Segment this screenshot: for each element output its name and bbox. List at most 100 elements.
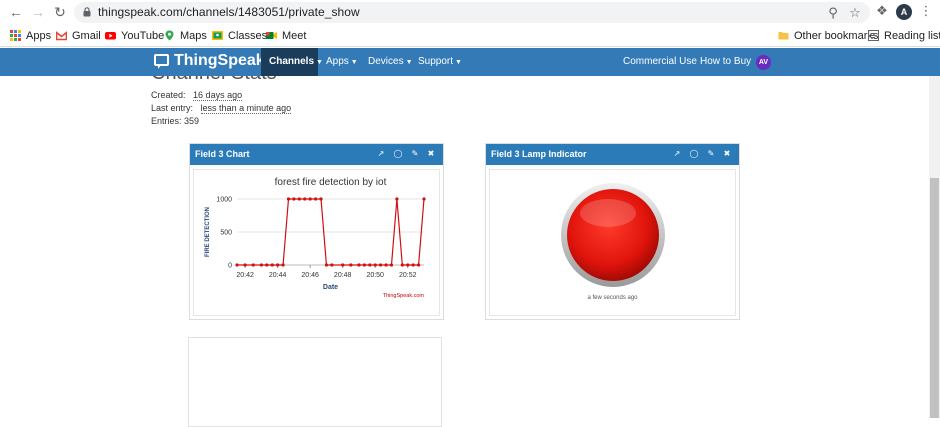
data-point bbox=[286, 197, 291, 201]
close-icon[interactable]: ✖ bbox=[722, 149, 732, 159]
bookmark-label: Other bookmarks bbox=[794, 30, 879, 42]
bookmark-star-icon[interactable]: ☆ bbox=[848, 6, 862, 20]
profile-avatar[interactable]: A bbox=[896, 4, 912, 20]
user-avatar[interactable]: AV bbox=[756, 55, 771, 70]
nav-apps[interactable]: Apps ▼ bbox=[326, 48, 358, 76]
nav-commercial-use[interactable]: Commercial Use bbox=[623, 48, 697, 76]
data-point bbox=[235, 263, 239, 267]
lock-icon bbox=[83, 7, 91, 17]
field-3-chart-widget: Field 3 Chart ↗ ◯ ✎ ✖ forest fire detect… bbox=[189, 143, 444, 320]
created-value: 16 days ago bbox=[193, 90, 243, 101]
lamp-body: a few seconds ago bbox=[489, 169, 736, 316]
data-point bbox=[422, 197, 426, 201]
reload-icon[interactable]: ↻ bbox=[52, 4, 68, 20]
data-point bbox=[389, 263, 394, 267]
scrollbar-thumb[interactable] bbox=[930, 178, 939, 418]
meet-camera-icon bbox=[266, 32, 277, 39]
data-point bbox=[400, 263, 404, 267]
address-bar[interactable]: thingspeak.com/channels/1483051/private_… bbox=[74, 2, 870, 23]
data-point bbox=[313, 197, 318, 201]
data-point bbox=[276, 263, 280, 267]
bookmark-label: Meet bbox=[282, 30, 307, 42]
bookmark-label: YouTube bbox=[121, 30, 165, 42]
widget-title: Field 3 Lamp Indicator bbox=[491, 149, 587, 159]
data-point bbox=[251, 263, 255, 267]
data-point bbox=[281, 263, 285, 267]
last-entry-value: less than a minute ago bbox=[200, 103, 292, 114]
y-tick-label: 1000 bbox=[216, 197, 232, 204]
apps-grid-icon bbox=[10, 30, 21, 41]
data-point bbox=[416, 263, 421, 267]
x-tick-label: 20:44 bbox=[269, 272, 287, 279]
created-label: Created: bbox=[151, 90, 186, 100]
line-chart: forest fire detection by iot 0 500 1000 20:4… bbox=[205, 177, 426, 299]
reading-list-icon bbox=[868, 30, 879, 41]
data-point bbox=[341, 263, 345, 267]
bookmark-classes[interactable]: Classes bbox=[212, 29, 267, 43]
data-point bbox=[292, 197, 296, 201]
nav-how-to-buy[interactable]: How to Buy bbox=[700, 48, 751, 76]
data-point bbox=[357, 263, 361, 267]
pencil-icon[interactable]: ✎ bbox=[706, 149, 716, 159]
widget-header: Field 3 Chart ↗ ◯ ✎ ✖ bbox=[190, 144, 443, 165]
entries-label: Entries: bbox=[151, 116, 182, 126]
x-tick-label: 20:50 bbox=[366, 272, 384, 279]
widget-title: Field 3 Chart bbox=[195, 149, 250, 159]
external-link-icon[interactable]: ↗ bbox=[376, 149, 386, 159]
x-tick-label: 20:46 bbox=[301, 272, 319, 279]
nav-support[interactable]: Support ▼ bbox=[418, 48, 462, 76]
y-tick-label: 0 bbox=[228, 263, 232, 270]
last-entry-label: Last entry: bbox=[151, 103, 194, 113]
zoom-search-icon[interactable]: ⚲ bbox=[826, 6, 840, 20]
empty-widget bbox=[188, 337, 442, 427]
bookmark-label: Reading list bbox=[884, 30, 940, 42]
kebab-menu-icon[interactable]: ⋮ bbox=[919, 4, 933, 18]
data-point bbox=[411, 263, 415, 267]
brand-name: ThingSpeak™ bbox=[174, 52, 272, 69]
bookmark-label: Gmail bbox=[72, 30, 101, 42]
widget-header: Field 3 Lamp Indicator ↗ ◯ ✎ ✖ bbox=[486, 144, 739, 165]
extensions-puzzle-icon[interactable]: ❖ bbox=[875, 4, 889, 18]
back-arrow-icon[interactable]: ← bbox=[8, 4, 24, 20]
data-point bbox=[324, 263, 329, 267]
bookmark-meet[interactable]: Meet bbox=[266, 29, 306, 43]
nav-channels[interactable]: Channels ▼ bbox=[261, 48, 323, 76]
thingspeak-navbar: ThingSpeak™ Channels▼ Apps▼ Devices▼ Sup… bbox=[0, 48, 940, 76]
comment-icon[interactable]: ◯ bbox=[393, 149, 403, 159]
data-point bbox=[395, 197, 399, 201]
youtube-icon bbox=[105, 32, 116, 40]
data-point bbox=[384, 263, 388, 267]
x-tick-label: 20:48 bbox=[334, 272, 352, 279]
close-icon[interactable]: ✖ bbox=[426, 149, 436, 159]
lamp-highlight bbox=[580, 199, 636, 227]
classroom-icon bbox=[212, 31, 223, 40]
bookmark-youtube[interactable]: YouTube bbox=[105, 29, 164, 43]
x-tick-label: 20:52 bbox=[399, 272, 417, 279]
bookmark-maps[interactable]: Maps bbox=[164, 29, 207, 43]
y-axis-label: FIRE DETECTION bbox=[205, 207, 211, 257]
bookmark-gmail[interactable]: Gmail bbox=[56, 29, 101, 43]
x-tick-label: 20:42 bbox=[236, 272, 254, 279]
forward-arrow-icon[interactable]: → bbox=[30, 4, 46, 20]
browser-toolbar: ← → ↻ thingspeak.com/channels/1483051/pr… bbox=[0, 0, 940, 25]
external-link-icon[interactable]: ↗ bbox=[672, 149, 682, 159]
chart-title: forest fire detection by iot bbox=[275, 177, 387, 188]
x-axis-label: Date bbox=[323, 284, 338, 291]
created-row: Created: 16 days ago bbox=[151, 90, 243, 101]
pencil-icon[interactable]: ✎ bbox=[410, 149, 420, 159]
chart-credit: ThingSpeak.com bbox=[383, 293, 425, 299]
speech-bubble-icon bbox=[154, 54, 169, 69]
bookmark-label: Maps bbox=[180, 30, 207, 42]
last-entry-row: Last entry: less than a minute ago bbox=[151, 103, 292, 114]
url-text: thingspeak.com/channels/1483051/private_… bbox=[98, 5, 360, 19]
data-point bbox=[297, 197, 301, 201]
data-point bbox=[308, 197, 312, 201]
bookmark-apps[interactable]: Apps bbox=[10, 29, 51, 43]
data-point bbox=[368, 263, 372, 267]
comment-icon[interactable]: ◯ bbox=[689, 149, 699, 159]
reading-list[interactable]: Reading list bbox=[868, 29, 940, 43]
nav-devices[interactable]: Devices ▼ bbox=[368, 48, 413, 76]
data-point bbox=[259, 263, 263, 267]
bookmark-other-bookmarks[interactable]: Other bookmarks bbox=[778, 29, 878, 43]
data-point bbox=[270, 263, 274, 267]
